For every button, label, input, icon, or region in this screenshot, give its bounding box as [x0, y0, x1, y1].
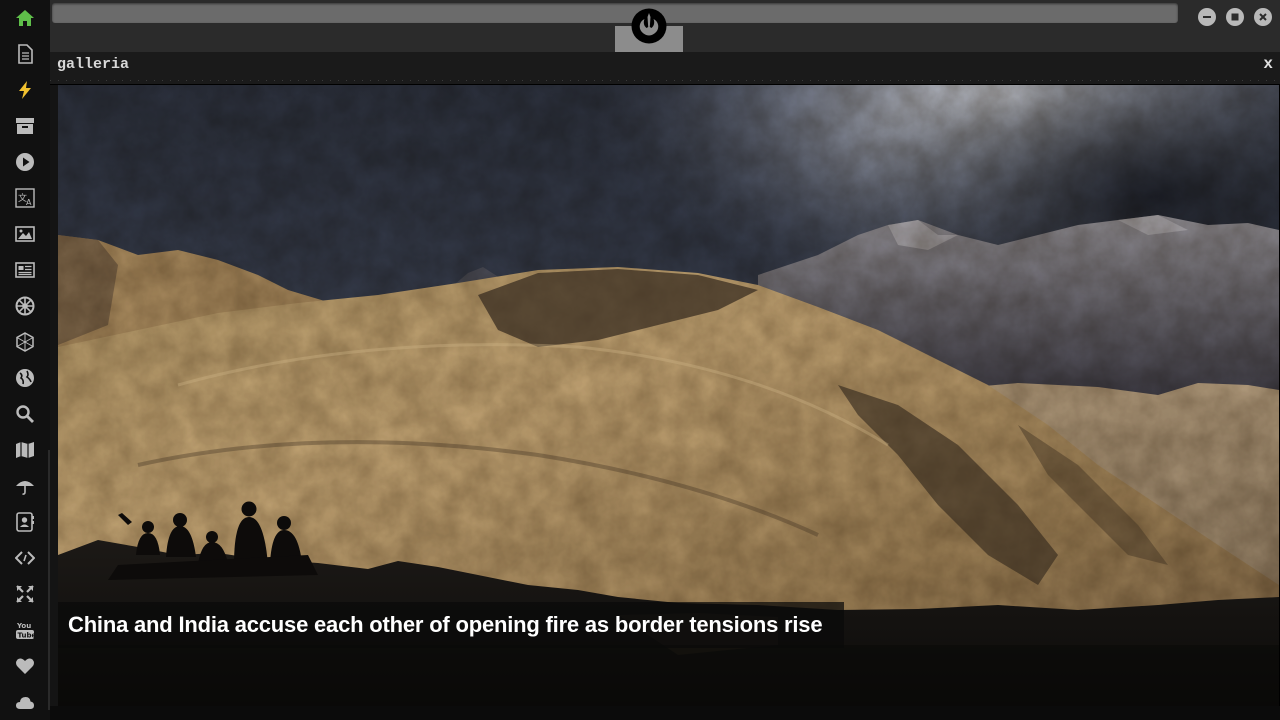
- lightning-icon[interactable]: [13, 78, 37, 102]
- globe-icon[interactable]: [13, 366, 37, 390]
- heart-icon[interactable]: [13, 654, 37, 678]
- minimize-button[interactable]: [1198, 8, 1216, 26]
- maximize-button[interactable]: [1226, 8, 1244, 26]
- contact-card-icon[interactable]: [13, 510, 37, 534]
- gallery-left-border: [50, 85, 58, 706]
- panel-close-button[interactable]: x: [1263, 55, 1273, 73]
- translate-icon[interactable]: 文A: [13, 186, 37, 210]
- archive-icon[interactable]: [13, 114, 37, 138]
- close-icon: [1259, 13, 1267, 21]
- svg-text:You: You: [16, 622, 31, 630]
- image-caption: China and India accuse each other of ope…: [58, 602, 844, 648]
- rebel-alliance-icon: [631, 8, 667, 44]
- maximize-icon: [1231, 13, 1239, 21]
- address-bar[interactable]: [52, 3, 1178, 23]
- panel-title: galleria: [57, 56, 130, 73]
- expand-icon[interactable]: [13, 582, 37, 606]
- umbrella-icon[interactable]: [13, 474, 37, 498]
- caption-text: China and India accuse each other of ope…: [68, 612, 823, 637]
- search-icon[interactable]: [13, 402, 37, 426]
- top-bar: [50, 0, 1280, 52]
- panel-header: galleria x: [50, 52, 1280, 78]
- hexagon-icon[interactable]: [13, 330, 37, 354]
- close-window-button[interactable]: [1254, 8, 1272, 26]
- youtube-icon[interactable]: You Tube: [13, 618, 37, 642]
- code-icon[interactable]: [13, 546, 37, 570]
- play-icon[interactable]: [13, 150, 37, 174]
- home-icon[interactable]: [13, 6, 37, 30]
- cloud-icon[interactable]: [13, 690, 37, 714]
- empire-icon[interactable]: [13, 294, 37, 318]
- image-icon[interactable]: [13, 222, 37, 246]
- gallery-bottom-border: [50, 706, 1280, 720]
- document-icon[interactable]: [13, 42, 37, 66]
- panel-header-divider: [50, 78, 1280, 84]
- newspaper-icon[interactable]: [13, 258, 37, 282]
- minimize-icon: [1203, 16, 1211, 18]
- svg-text:Tube: Tube: [18, 632, 36, 640]
- map-icon[interactable]: [13, 438, 37, 462]
- sidebar: 文A You Tube: [0, 0, 50, 720]
- svg-text:A: A: [26, 198, 32, 207]
